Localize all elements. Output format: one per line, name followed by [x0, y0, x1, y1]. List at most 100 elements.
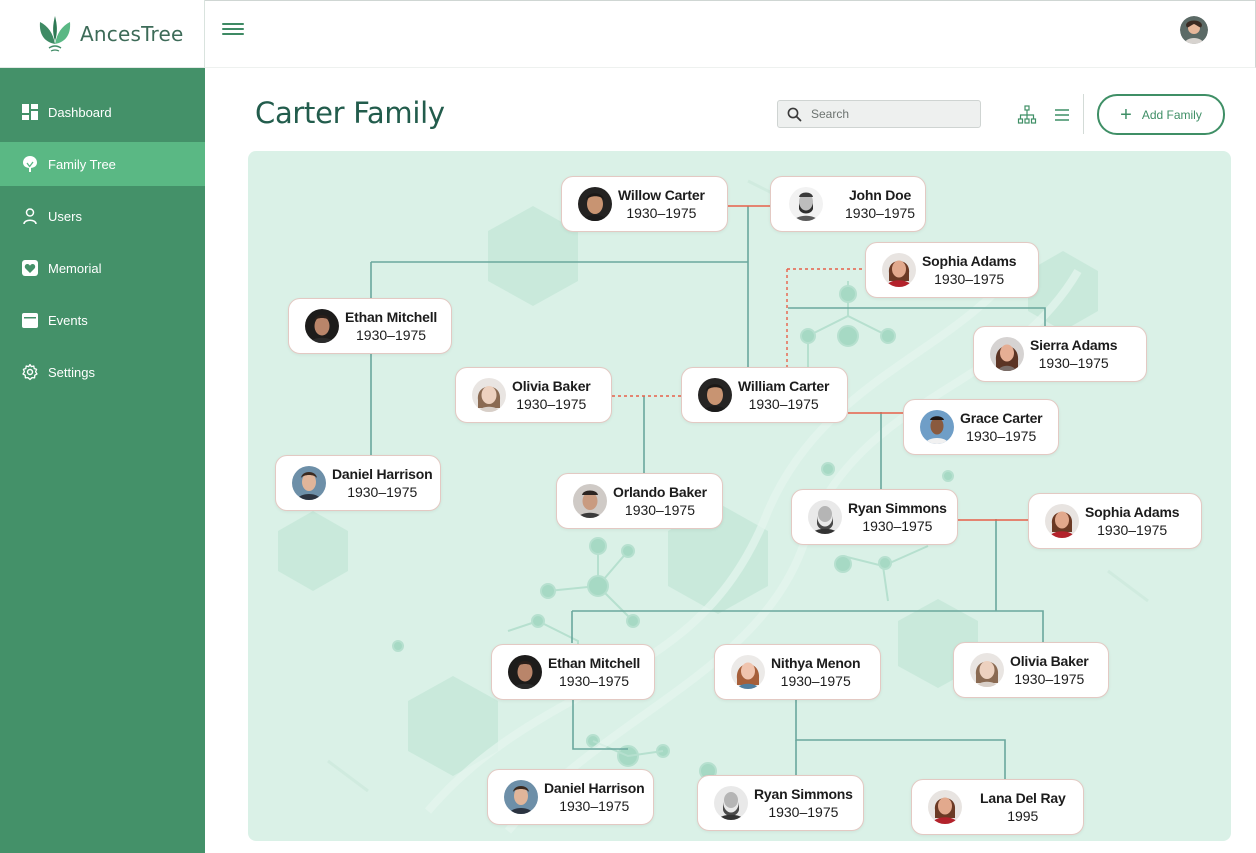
person-name: Orlando Baker	[613, 484, 707, 500]
plus-icon: +	[1120, 103, 1132, 126]
sidebar-item-users[interactable]: Users	[0, 194, 205, 238]
tree-icon	[21, 155, 39, 173]
list-icon	[1055, 109, 1069, 121]
person-years: 1930–1975	[1014, 671, 1085, 687]
person-name: William Carter	[738, 378, 830, 394]
person-name: Nithya Menon	[771, 655, 861, 671]
add-family-button[interactable]: + Add Family	[1097, 94, 1225, 135]
person-card-daniel-harrison-2[interactable]: Daniel Harrison 1930–1975	[487, 769, 654, 825]
person-years: 1930–1975	[862, 518, 933, 534]
person-years: 1995	[1007, 808, 1039, 824]
page-title: Carter Family	[255, 96, 445, 130]
dashboard-icon	[21, 103, 39, 121]
list-view-button[interactable]	[1053, 106, 1071, 124]
app-logo[interactable]: AncesTree	[0, 0, 205, 68]
avatar	[1045, 504, 1079, 538]
avatar	[292, 466, 326, 500]
person-card-sierra-adams[interactable]: Sierra Adams 1930–1975	[973, 326, 1147, 382]
person-card-ethan-mitchell-2[interactable]: Ethan Mitchell 1930–1975	[491, 644, 655, 700]
sidebar-item-dashboard[interactable]: Dashboard	[0, 90, 205, 134]
sidebar-item-label: Family Tree	[48, 156, 116, 172]
avatar	[920, 410, 954, 444]
gear-icon	[21, 363, 39, 381]
avatar	[472, 378, 506, 412]
avatar	[789, 187, 823, 221]
person-name: Olivia Baker	[512, 378, 591, 394]
person-card-daniel-harrison[interactable]: Daniel Harrison 1930–1975	[275, 455, 441, 511]
avatar	[882, 253, 916, 287]
person-card-willow-carter[interactable]: Willow Carter 1930–1975	[561, 176, 728, 232]
person-name: Lana Del Ray	[980, 790, 1066, 806]
hierarchy-icon	[1017, 105, 1037, 124]
person-card-nithya-menon[interactable]: Nithya Menon 1930–1975	[714, 644, 881, 700]
avatar	[504, 780, 538, 814]
person-card-ethan-mitchell[interactable]: Ethan Mitchell 1930–1975	[288, 298, 452, 354]
sidebar-item-label: Users	[48, 208, 82, 224]
person-card-ryan-simmons[interactable]: Ryan Simmons 1930–1975	[791, 489, 958, 545]
person-card-william-carter[interactable]: William Carter 1930–1975	[681, 367, 848, 423]
sidebar-item-settings[interactable]: Settings	[0, 350, 205, 394]
person-years: 1930–1975	[356, 327, 427, 343]
menu-toggle-button[interactable]	[222, 20, 244, 38]
person-years: 1930–1975	[559, 798, 630, 814]
person-years: 1930–1975	[347, 484, 418, 500]
person-name: Ryan Simmons	[754, 786, 853, 802]
search-icon	[787, 107, 802, 121]
hamburger-icon	[222, 23, 244, 25]
user-avatar[interactable]	[1180, 16, 1208, 44]
user-icon	[21, 207, 39, 225]
search-input[interactable]	[811, 107, 961, 121]
calendar-icon	[21, 311, 39, 329]
sidebar: AncesTree Dashboard Family Tree Users Me…	[0, 0, 205, 853]
person-years: 1930–1975	[559, 673, 630, 689]
search-box[interactable]	[777, 100, 981, 128]
person-years: 1930–1975	[516, 396, 587, 412]
hamburger-icon	[222, 33, 244, 35]
sidebar-nav: Dashboard Family Tree Users Memorial Eve…	[0, 90, 205, 402]
family-tree-canvas[interactable]: Willow Carter 1930–1975 John Doe 1930–1975…	[248, 151, 1231, 841]
avatar	[808, 500, 842, 534]
person-years: 1930–1975	[626, 205, 697, 221]
person-years: 1930–1975	[845, 205, 916, 221]
header-divider	[1083, 94, 1084, 134]
person-name: Olivia Baker	[1010, 653, 1089, 669]
avatar	[508, 655, 542, 689]
tree-view-button[interactable]	[1017, 105, 1037, 125]
person-card-grace-carter[interactable]: Grace Carter 1930–1975	[903, 399, 1059, 455]
person-name: Daniel Harrison	[544, 780, 645, 796]
person-card-sophia-adams[interactable]: Sophia Adams 1930–1975	[865, 242, 1039, 298]
heart-icon	[21, 259, 39, 277]
avatar	[305, 309, 339, 343]
avatar	[578, 187, 612, 221]
avatar	[928, 790, 962, 824]
person-name: Ryan Simmons	[848, 500, 947, 516]
person-name: Grace Carter	[960, 410, 1043, 426]
person-card-olivia-baker[interactable]: Olivia Baker 1930–1975	[455, 367, 612, 423]
person-card-lana-del-ray[interactable]: Lana Del Ray 1995	[911, 779, 1084, 835]
person-name: Ethan Mitchell	[548, 655, 641, 671]
person-years: 1930–1975	[934, 271, 1005, 287]
top-bar	[205, 0, 1256, 68]
sidebar-item-memorial[interactable]: Memorial	[0, 246, 205, 290]
person-name: Ethan Mitchell	[345, 309, 438, 325]
person-years: 1930–1975	[1097, 522, 1168, 538]
person-card-orlando-baker[interactable]: Orlando Baker 1930–1975	[556, 473, 723, 529]
person-years: 1930–1975	[780, 673, 851, 689]
person-name: John Doe	[848, 187, 912, 203]
person-name: Sophia Adams	[922, 253, 1017, 269]
person-years: 1930–1975	[1038, 355, 1109, 371]
person-card-olivia-baker-2[interactable]: Olivia Baker 1930–1975	[953, 642, 1109, 698]
person-name: Sophia Adams	[1085, 504, 1180, 520]
person-name: Daniel Harrison	[332, 466, 433, 482]
person-card-john-doe[interactable]: John Doe 1930–1975	[770, 176, 926, 232]
person-name: Willow Carter	[618, 187, 705, 203]
person-card-ryan-simmons-2[interactable]: Ryan Simmons 1930–1975	[697, 775, 864, 831]
sidebar-item-family-tree[interactable]: Family Tree	[0, 142, 205, 186]
sidebar-item-label: Settings	[48, 364, 95, 380]
sidebar-item-events[interactable]: Events	[0, 298, 205, 342]
person-card-sophia-adams-2[interactable]: Sophia Adams 1930–1975	[1028, 493, 1202, 549]
avatar	[990, 337, 1024, 371]
avatar	[714, 786, 748, 820]
sidebar-item-label: Events	[48, 312, 88, 328]
avatar	[731, 655, 765, 689]
